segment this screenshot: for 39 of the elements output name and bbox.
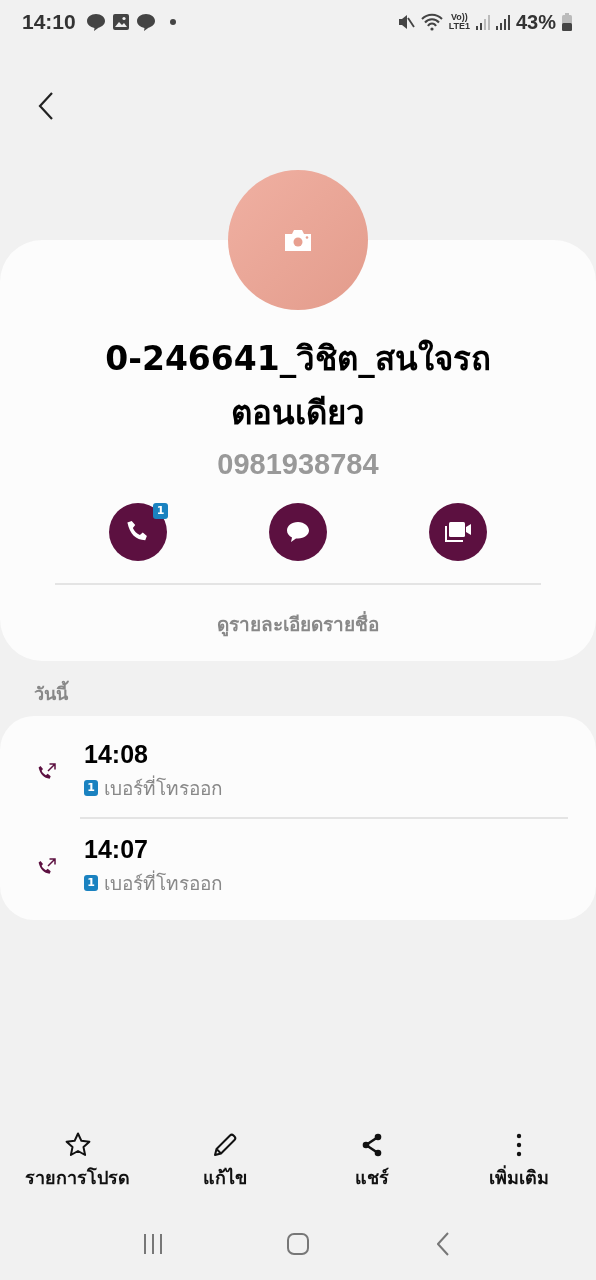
sim-badge: 1 — [84, 875, 98, 891]
camera-icon — [283, 229, 313, 251]
home-icon[interactable] — [286, 1232, 310, 1256]
notification-dot-icon — [169, 19, 176, 25]
image-icon — [111, 13, 130, 31]
more-options-icon — [515, 1133, 522, 1157]
contact-name: 0-246641_วิชิต_สนใจรถตอนเดียว — [104, 338, 492, 434]
battery-icon — [562, 13, 572, 31]
call-time: 14:08 — [84, 740, 149, 769]
signal-icon — [495, 14, 510, 30]
star-icon — [63, 1131, 92, 1159]
status-time: 14:10 — [22, 10, 76, 34]
chat-bubble-icon — [135, 12, 156, 32]
call-time: 14:07 — [84, 835, 149, 864]
sim-badge: 1 — [84, 780, 98, 796]
call-type-label: เบอร์ที่โทรออก — [104, 774, 223, 801]
video-call-button[interactable] — [429, 503, 487, 561]
call-log-entry[interactable]: 14:07 1 เบอร์ที่โทรออก — [0, 819, 596, 912]
network-label: LTE1 — [448, 22, 470, 31]
call-type-label: เบอร์ที่โทรออก — [104, 869, 223, 896]
call-log-entry[interactable]: 14:08 1 เบอร์ที่โทรออก — [0, 724, 596, 817]
chat-bubble-icon — [85, 12, 106, 32]
mute-icon — [396, 13, 415, 31]
call-button[interactable]: 1 — [109, 503, 167, 561]
signal-icon — [475, 14, 490, 30]
wifi-icon — [420, 13, 443, 31]
more-button[interactable]: เพิ่มเติม — [448, 1131, 589, 1192]
message-button[interactable] — [269, 503, 327, 561]
battery-percent: 43% — [515, 10, 556, 34]
video-camera-icon — [443, 520, 473, 544]
sim-badge: 1 — [153, 503, 168, 519]
section-heading: วันนี้ — [0, 661, 596, 716]
back-icon[interactable] — [437, 1232, 450, 1256]
edit-button[interactable]: แก้ไข — [154, 1131, 295, 1192]
share-button[interactable]: แชร์ — [301, 1131, 442, 1192]
speech-bubble-icon — [285, 520, 311, 544]
favorite-button[interactable]: รายการโปรด — [7, 1131, 148, 1192]
phone-number: 0981938784 — [217, 448, 379, 481]
volte-label: Vo)) — [450, 13, 468, 22]
